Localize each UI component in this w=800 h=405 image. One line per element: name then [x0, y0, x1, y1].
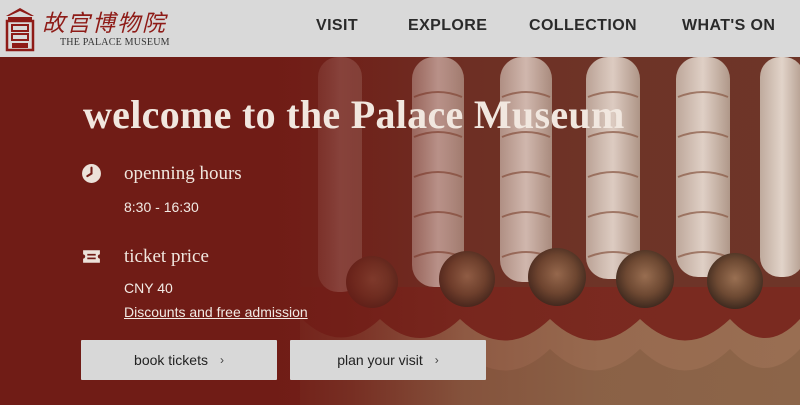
nav-collection[interactable]: COLLECTION [529, 17, 637, 35]
nav-explore[interactable]: EXPLORE [408, 17, 487, 35]
nav-whats-on[interactable]: WHAT'S ON [682, 17, 775, 35]
ticket-price-label: ticket price [124, 246, 209, 267]
main-nav: VISIT EXPLORE COLLECTION WHAT'S ON [0, 0, 800, 57]
chevron-right-icon: › [219, 353, 224, 367]
ticket-price-value: CNY 40 [124, 280, 173, 296]
clock-icon [82, 164, 101, 183]
opening-hours-label: openning hours [124, 163, 242, 184]
plan-visit-button[interactable]: plan your visit › [290, 340, 486, 380]
ticket-icon [83, 250, 100, 263]
hero-title: welcome to the Palace Museum [83, 92, 625, 137]
plan-visit-label: plan your visit [337, 352, 423, 368]
discounts-link[interactable]: Discounts and free admission [124, 304, 308, 320]
chevron-right-icon: › [434, 353, 439, 367]
book-tickets-label: book tickets [134, 352, 208, 368]
nav-visit[interactable]: VISIT [316, 17, 358, 35]
book-tickets-button[interactable]: book tickets › [81, 340, 277, 380]
opening-hours-value: 8:30 - 16:30 [124, 199, 199, 215]
site-header: 故宫博物院 THE PALACE MUSEUM VISIT EXPLORE CO… [0, 0, 800, 57]
hero-banner: welcome to the Palace Museum openning ho… [0, 57, 800, 405]
